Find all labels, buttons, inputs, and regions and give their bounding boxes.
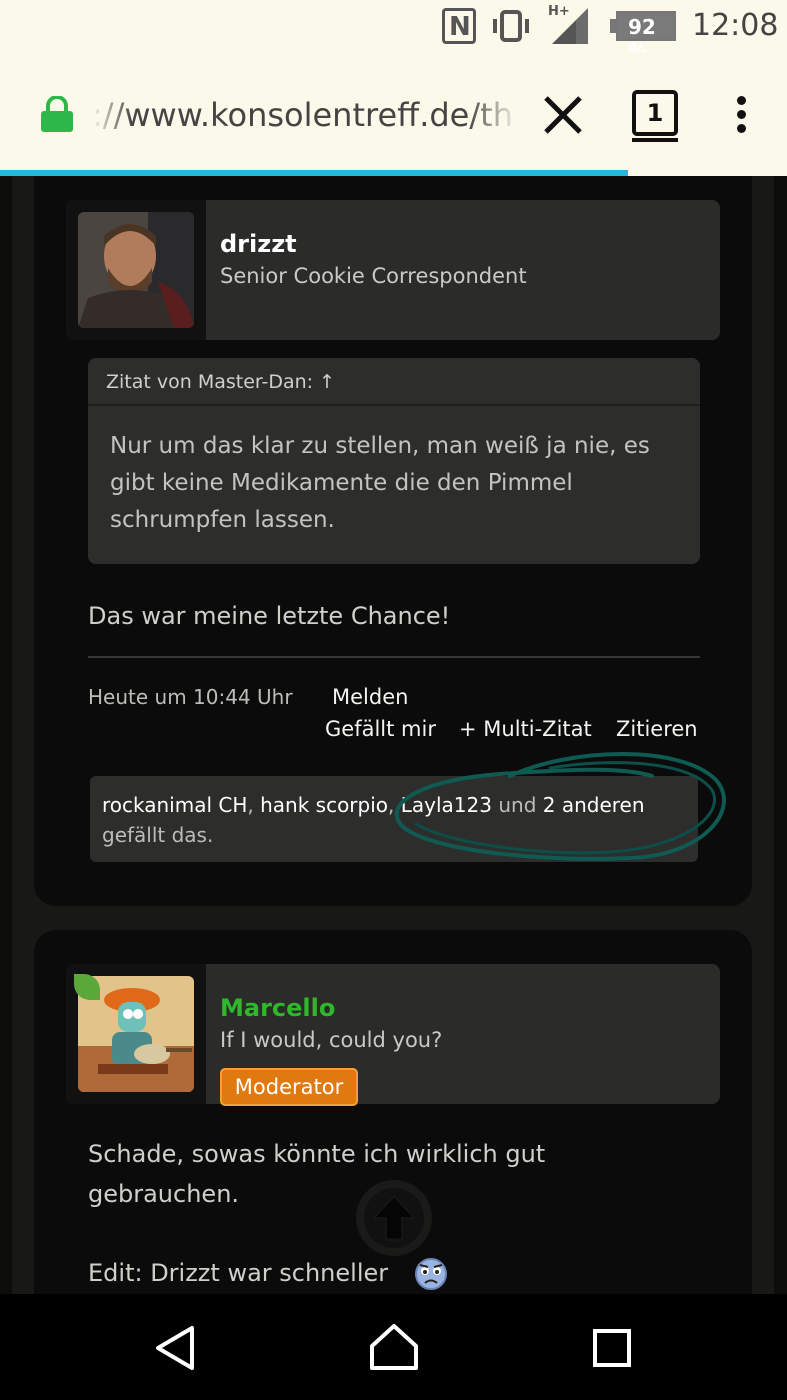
quote-line: gibt keine Medikamente die den Pimmel [110,470,573,496]
author-name[interactable]: Marcello [220,992,335,1024]
quote-text: Nur um das klar zu stellen, man weiß ja … [110,428,680,539]
menu-icon[interactable] [728,94,754,134]
quote-source-link[interactable]: Zitat von Master-Dan: ↑ [106,368,335,396]
likes-separator: , [247,793,254,817]
clock: 12:08 [692,8,779,43]
signal-icon [552,8,588,44]
author-card: Marcello If I would, could you? [66,964,720,1104]
lock-icon [41,96,73,132]
tabs-underline [632,138,678,142]
post-message-line: gebrauchen. [88,1180,240,1208]
system-nav-bar [0,1294,787,1400]
battery-icon: 92 % [616,11,676,63]
avatar-frame [66,200,206,340]
divider [88,656,700,658]
moderator-badge: Moderator [220,1068,358,1106]
quote-block: Zitat von Master-Dan: ↑ Nur um das klar … [88,358,700,564]
post-message-line: Schade, sowas könnte ich wirklich gut [88,1140,546,1168]
quote-line: schrumpfen lassen. [110,507,335,533]
close-icon[interactable] [540,92,586,138]
url-fade-left [92,92,132,138]
tabs-icon[interactable]: 1 [632,90,678,136]
status-bar: N H+ 92 % 12:08 [0,0,787,63]
arrow-up-icon [364,1188,424,1248]
likes-suffix: gefällt das. [102,823,214,847]
home-icon[interactable] [364,1318,424,1378]
scroll-top-button[interactable] [356,1180,432,1256]
smiley-icon [415,1258,447,1290]
back-icon[interactable] [146,1318,206,1378]
browser-toolbar: ://www.konsolentreff.de/thr 1 [0,52,787,170]
post-message: Das war meine letzte Chance! [88,602,451,630]
url-field[interactable]: ://www.konsolentreff.de/thr [92,92,516,138]
url-fade-right [468,92,518,138]
quote-header: Zitat von Master-Dan: ↑ [88,358,700,406]
like-user-link[interactable]: rockanimal CH [102,793,247,817]
avatar[interactable] [78,212,194,328]
avatar-image [78,212,194,328]
post-timestamp[interactable]: Heute um 10:44 Uhr [88,682,293,712]
report-button[interactable]: Melden [332,682,408,712]
author-name[interactable]: drizzt [220,228,297,260]
recents-icon[interactable] [582,1318,642,1378]
like-user-link[interactable]: hank scorpio [260,793,388,817]
annotation-scribble [394,752,726,861]
author-card: drizzt Senior Cookie Correspondent [66,200,720,340]
quote-line: Nur um das klar zu stellen, man weiß ja … [110,433,650,459]
author-title: If I would, could you? [220,1028,443,1052]
vibrate-icon [493,10,529,42]
edit-note: Edit: Drizzt war schneller [88,1259,389,1287]
nfc-icon: N [442,8,476,44]
author-title: Senior Cookie Correspondent [220,264,527,288]
